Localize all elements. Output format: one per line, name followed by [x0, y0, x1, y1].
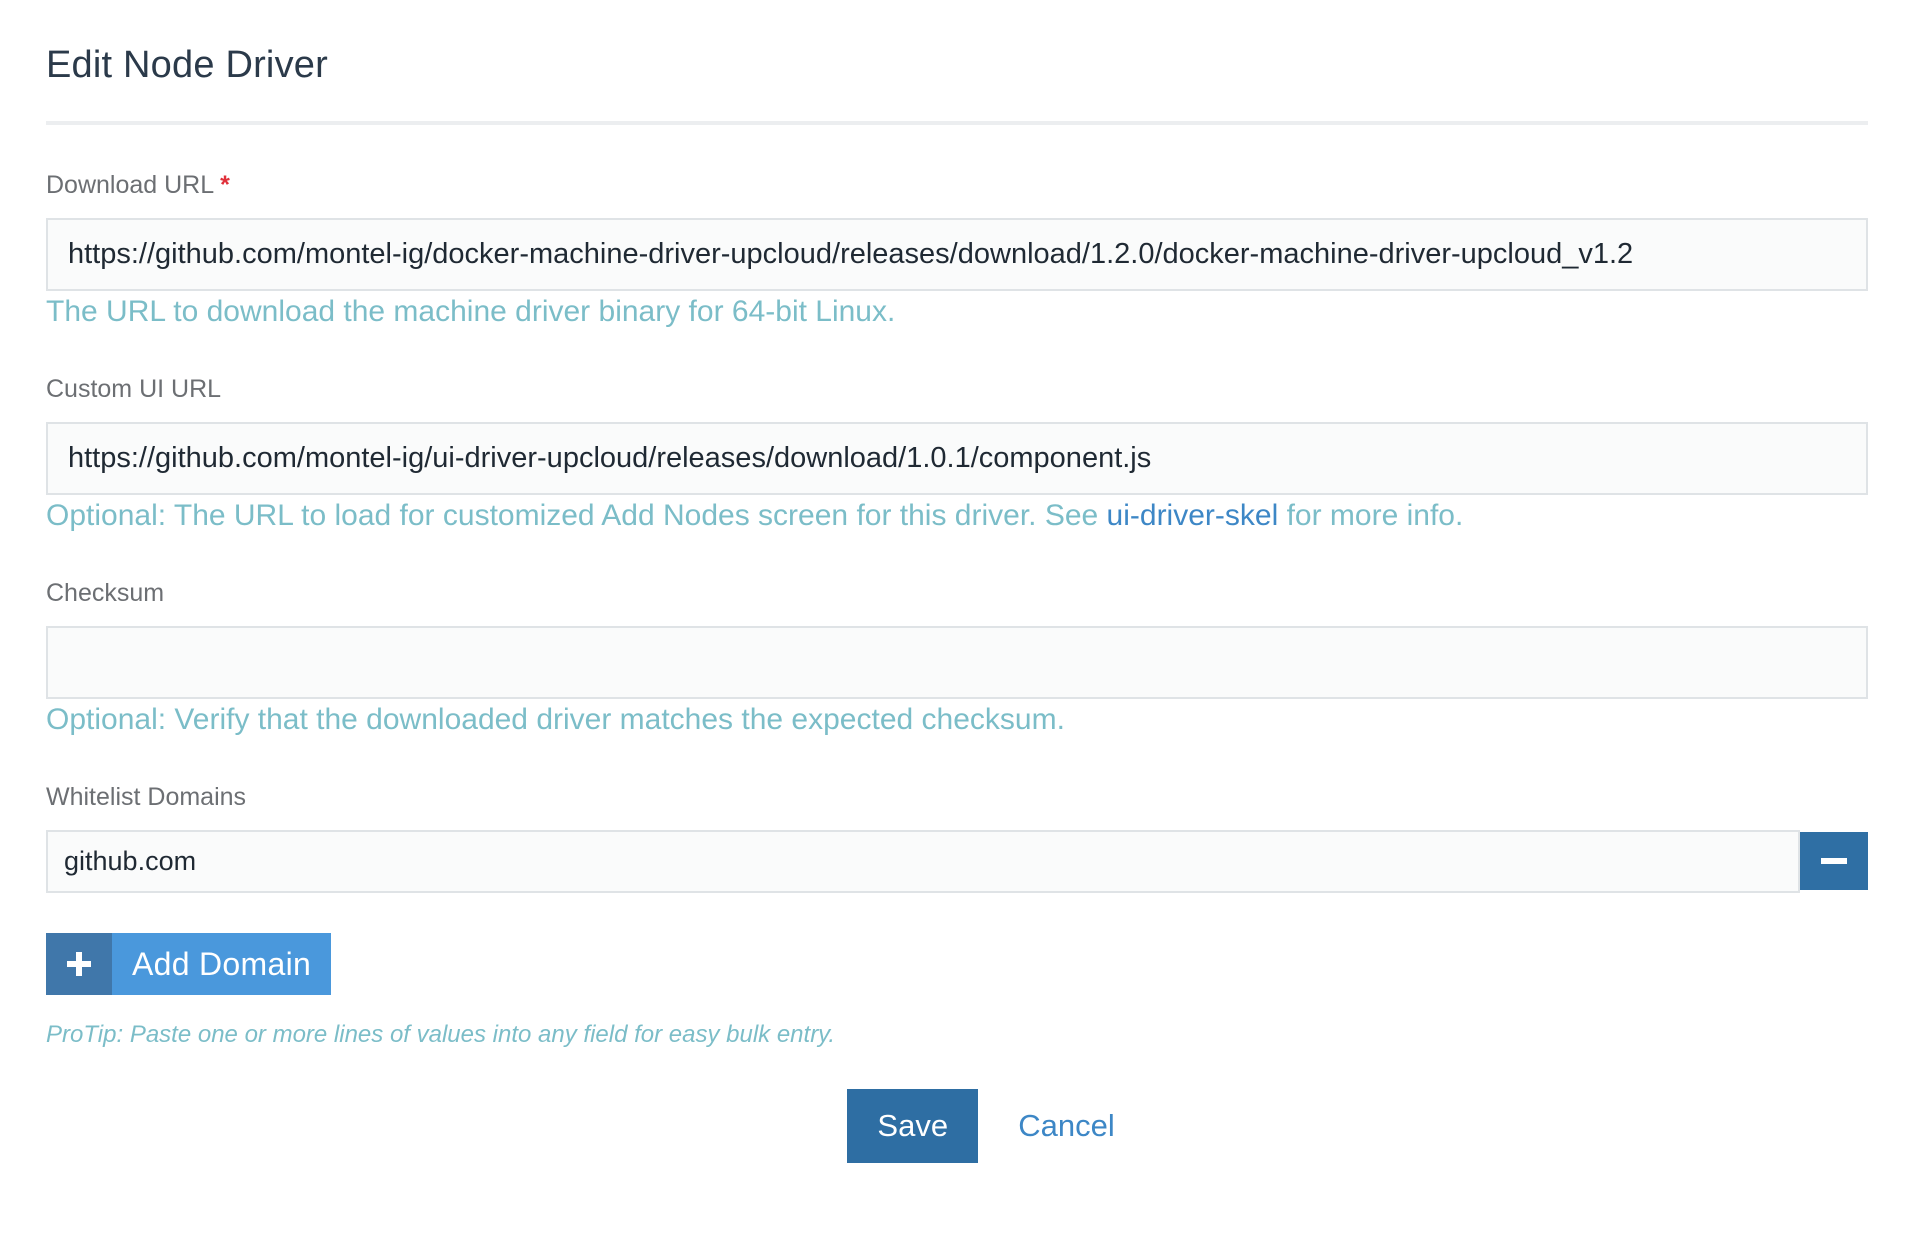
- custom-ui-url-help-prefix: Optional: The URL to load for customized…: [46, 499, 1107, 532]
- remove-domain-button[interactable]: [1800, 832, 1868, 890]
- download-url-help: The URL to download the machine driver b…: [46, 295, 896, 328]
- add-domain-label: Add Domain: [112, 933, 332, 995]
- custom-ui-url-help-suffix: for more info.: [1278, 499, 1464, 532]
- custom-ui-url-label: Custom UI URL: [46, 375, 222, 403]
- checksum-label: Checksum: [46, 579, 165, 607]
- ui-driver-skel-link[interactable]: ui-driver-skel: [1107, 499, 1279, 532]
- add-domain-button[interactable]: Add Domain: [46, 933, 332, 995]
- edit-node-driver-form: Edit Node Driver Download URL* The URL t…: [46, 0, 1868, 1163]
- download-url-label: Download URL *: [46, 171, 1868, 200]
- save-button[interactable]: Save: [847, 1089, 979, 1163]
- download-url-input[interactable]: [46, 218, 1868, 291]
- checksum-input[interactable]: [46, 626, 1868, 699]
- custom-ui-url-section: Custom UI URL Optional: The URL to load …: [46, 375, 1868, 533]
- custom-ui-url-input[interactable]: [46, 422, 1868, 495]
- custom-ui-url-help: Optional: The URL to load for customized…: [46, 499, 1868, 533]
- protip-text: ProTip: Paste one or more lines of value…: [46, 1021, 836, 1048]
- required-marker: *: [220, 171, 230, 199]
- form-actions: Save Cancel: [46, 1089, 1868, 1163]
- cancel-button[interactable]: Cancel: [1018, 1108, 1115, 1144]
- page-title: Edit Node Driver: [46, 44, 328, 86]
- header-divider: [46, 121, 1868, 125]
- checksum-help: Optional: Verify that the downloaded dri…: [46, 703, 1065, 736]
- download-url-section: Download URL* The URL to download the ma…: [46, 171, 1868, 329]
- whitelist-domains-section: Whitelist Domains Add Domain ProTip: Pas…: [46, 783, 1868, 1049]
- checksum-section: Checksum Optional: Verify that the downl…: [46, 579, 1868, 737]
- domain-input[interactable]: [46, 830, 1800, 893]
- plus-icon: [46, 933, 112, 995]
- whitelist-domains-label: Whitelist Domains: [46, 783, 247, 811]
- domain-row: [46, 830, 1868, 893]
- minus-icon: [1821, 858, 1847, 864]
- download-url-label-text: Download URL: [46, 171, 215, 199]
